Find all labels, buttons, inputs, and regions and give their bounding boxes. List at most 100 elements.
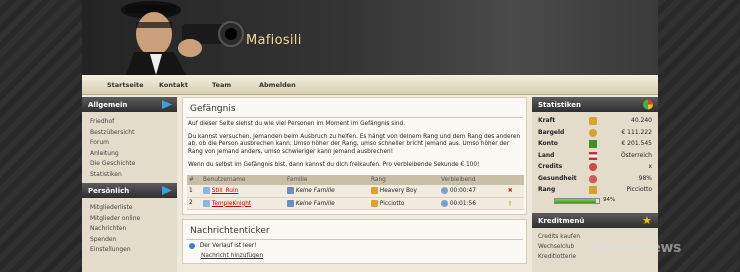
- row-family-cell: Keine Familie: [285, 185, 369, 198]
- user-icon: [203, 187, 210, 195]
- menu-item-mitglieder-online[interactable]: Mitglieder online: [90, 214, 177, 225]
- menu-item-geschichte[interactable]: Die Geschichte: [90, 159, 177, 170]
- row-family-cell: Keine Familie: [285, 197, 369, 210]
- free-prisoner-icon[interactable]: ⚷: [508, 201, 512, 207]
- cash-icon: [589, 128, 597, 137]
- rank-progress-value: 94%: [603, 196, 616, 203]
- menu-item-spenden[interactable]: Spenden: [90, 235, 177, 246]
- stat-konto: Konto € 201.545: [532, 138, 658, 150]
- stat-kraft: Kraft 40.240: [532, 115, 658, 127]
- main-navigation: Startseite Kontakt Team Abmelden: [82, 75, 658, 95]
- nav-startseite[interactable]: Startseite: [107, 81, 144, 89]
- user-icon: [203, 199, 210, 207]
- bank-icon: [589, 140, 597, 148]
- news-ticker-title: Nachrichtenticker: [186, 220, 523, 240]
- site-title: Mafiosili: [246, 33, 302, 48]
- rank-icon: [371, 199, 378, 207]
- rank-progress-bar: [554, 197, 600, 204]
- row-rank-cell: Heavery Boy: [369, 185, 439, 198]
- menu-item-nachrichten[interactable]: Nachrichten: [90, 224, 177, 235]
- ticker-add-row: Nachricht hinzufügen: [183, 253, 526, 263]
- stat-gesundheit: Gesundheit 98%: [532, 173, 658, 185]
- stat-value: 98%: [638, 174, 652, 182]
- add-message-link[interactable]: Nachricht hinzufügen: [201, 253, 263, 259]
- row-family: Keine Familie: [295, 188, 335, 195]
- power-icon: [589, 117, 597, 125]
- stat-bargeld: Bargeld € 111.222: [532, 127, 658, 139]
- star-icon: ★: [642, 214, 652, 227]
- left-background-panel: [0, 0, 82, 272]
- col-remaining: Verbleibend: [439, 175, 524, 186]
- nav-team[interactable]: Team: [212, 81, 231, 89]
- row-number: 2: [187, 197, 201, 210]
- mafioso-with-gun-image: [121, 1, 244, 75]
- row-user-cell: TempleKnight: [201, 197, 285, 210]
- stat-label: Kraft: [538, 117, 556, 124]
- col-family: Familie: [285, 175, 369, 186]
- family-icon: [287, 187, 294, 195]
- page-container: Mafiosili Startseite Kontakt Team Abmeld…: [82, 0, 658, 272]
- kredit-header: Kreditmenü ★: [532, 213, 658, 228]
- stat-label: Gesundheit: [538, 174, 577, 182]
- prison-panel: Gefängnis Auf dieser Seite siehst du wie…: [182, 97, 527, 215]
- col-number: #: [187, 175, 201, 186]
- table-row: 1 Still_Ruin Keine Familie Heavery Boy 0…: [187, 185, 524, 198]
- row-remaining-cell: 00:00:47 ✖: [439, 185, 524, 198]
- stat-label: Bargeld: [538, 128, 565, 136]
- menu-item-anleitung[interactable]: Anleitung: [90, 149, 177, 160]
- stat-label: Rang: [538, 186, 556, 193]
- stat-value: Picciotto: [626, 186, 652, 193]
- stat-label: Konto: [538, 140, 558, 147]
- stat-land: Land Österreich: [532, 150, 658, 162]
- table-row: 2 TempleKnight Keine Familie Picciotto 0…: [187, 197, 524, 210]
- arrow-icon: [162, 100, 172, 109]
- prison-paragraph: Du kannst versuchen, jemanden beim Ausbr…: [188, 134, 521, 155]
- row-number: 1: [187, 185, 201, 198]
- allgemein-menu: Friedhof Bestzübersicht Forum Anleitung …: [82, 112, 177, 183]
- nav-kontakt[interactable]: Kontakt: [159, 81, 188, 89]
- pie-chart-icon: [643, 99, 653, 110]
- main-content: Gefängnis Auf dieser Seite siehst du wie…: [182, 97, 527, 272]
- ticker-empty-text: Der Verlauf ist leer!: [199, 243, 257, 250]
- row-remaining: 00:01:56: [449, 200, 476, 207]
- row-remaining-cell: 00:01:56 ⚷: [439, 197, 524, 210]
- rank-progress-row: 94%: [532, 196, 658, 208]
- header-banner: Mafiosili: [82, 0, 658, 75]
- prison-intro: Auf dieser Seite siehst du wie viel Pers…: [188, 121, 406, 127]
- right-background-panel: [658, 0, 740, 272]
- menu-item-forum[interactable]: Forum: [90, 138, 177, 149]
- news-ticker-panel: Nachrichtenticker Der Verlauf ist leer! …: [182, 218, 527, 265]
- stat-value: € 201.545: [621, 140, 652, 147]
- user-link[interactable]: Still_Ruin: [212, 188, 238, 194]
- table-header-row: # Benutzername Familie Rang Verbleibend: [187, 175, 524, 186]
- row-family: Keine Familie: [295, 200, 335, 207]
- menu-item-statistiken[interactable]: Statistiken: [90, 170, 177, 181]
- stat-value: Österreich: [620, 151, 652, 159]
- release-denied-icon[interactable]: ✖: [508, 188, 513, 194]
- stat-label: Credits: [538, 163, 563, 170]
- nav-abmelden[interactable]: Abmelden: [259, 81, 296, 89]
- family-icon: [287, 199, 294, 207]
- left-sidebar: Allgemein Friedhof Bestzübersicht Forum …: [82, 97, 177, 272]
- menu-item-einstellungen[interactable]: Einstellungen: [90, 245, 177, 256]
- stat-rang: Rang Picciotto: [532, 184, 658, 196]
- menu-item-mitgliederliste[interactable]: Mitgliederliste: [90, 203, 177, 214]
- stats-header: Statistiken: [532, 97, 658, 112]
- kredit-title: Kreditmenü: [538, 217, 585, 225]
- menu-item-friedhof[interactable]: Friedhof: [90, 117, 177, 128]
- health-icon: [589, 174, 597, 183]
- flag-icon: [589, 151, 597, 160]
- watermark-logo: GalaxyNews: [590, 240, 681, 256]
- stat-value: x: [648, 163, 652, 170]
- persoenlich-title: Persönlich: [88, 187, 130, 195]
- persoenlich-header: Persönlich: [82, 183, 177, 198]
- stat-credits: Credits x: [532, 161, 658, 173]
- stat-value: € 111.222: [621, 128, 652, 136]
- menu-item-bestzuebersicht[interactable]: Bestzübersicht: [90, 128, 177, 139]
- info-icon: [189, 242, 195, 249]
- user-link[interactable]: TempleKnight: [212, 201, 251, 207]
- prison-title: Gefängnis: [186, 98, 523, 118]
- prison-note: Wenn du selbst im Gefängnis bist, dann k…: [188, 161, 480, 168]
- credits-icon: [589, 163, 597, 171]
- row-remaining: 00:00:47: [449, 188, 476, 195]
